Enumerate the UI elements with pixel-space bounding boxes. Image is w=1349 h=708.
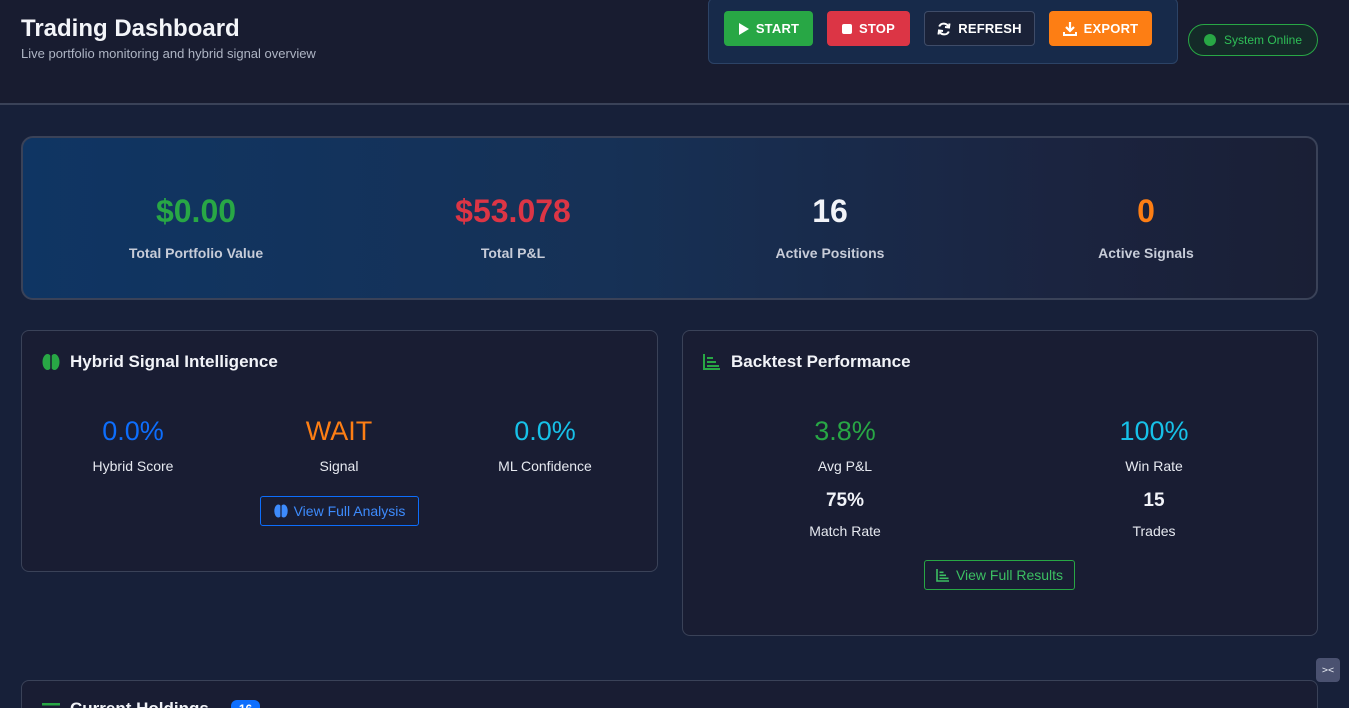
brain-icon: [42, 354, 60, 370]
start-button[interactable]: START: [724, 11, 813, 46]
metric-label: ML Confidence: [498, 458, 592, 474]
control-toolbar: START STOP REFRESH EXPORT: [708, 0, 1178, 64]
chart-bar-icon: [936, 568, 949, 582]
stat-value: 16: [812, 193, 848, 229]
view-full-analysis-label: View Full Analysis: [293, 503, 406, 519]
refresh-icon: [937, 22, 951, 35]
debug-toggle-icon[interactable]: ><: [1316, 658, 1340, 682]
play-icon: [738, 22, 749, 35]
metric-signal: WAIT Signal: [239, 416, 439, 474]
card-title: Current Holdings 16: [42, 699, 261, 708]
stop-button-label: STOP: [859, 21, 895, 36]
status-dot-icon: [1203, 34, 1216, 46]
metric-label: Hybrid Score: [92, 458, 174, 474]
stop-icon: [842, 23, 853, 34]
chart-bar-icon: [703, 354, 720, 370]
stat-active-signals: 0 Active Signals: [988, 193, 1304, 261]
stat-label: Total Portfolio Value: [128, 245, 264, 261]
portfolio-stats-panel: $0.00 Total Portfolio Value $53.078 Tota…: [21, 136, 1318, 300]
header: Trading Dashboard Live portfolio monitor…: [0, 0, 1349, 105]
metric-label: Avg P&L: [817, 458, 873, 474]
metric-value: WAIT: [305, 416, 373, 446]
card-title: Backtest Performance: [703, 352, 911, 372]
stat-active-positions: 16 Active Positions: [672, 193, 988, 261]
stat-portfolio-value: $0.00 Total Portfolio Value: [38, 193, 354, 261]
stat-value: $53.078: [455, 193, 571, 229]
brain-icon: [273, 504, 288, 518]
metric-value: 100%: [1119, 416, 1189, 446]
status-badge: System Online: [1188, 24, 1318, 56]
status-label: System Online: [1223, 33, 1303, 47]
metric-trades: 15 Trades: [1054, 490, 1254, 539]
metric-label: Trades: [1132, 523, 1176, 539]
stat-label: Active Signals: [1098, 245, 1194, 261]
stat-label: Total P&L: [480, 245, 546, 261]
signal-card-title: Hybrid Signal Intelligence: [70, 352, 278, 371]
card-title: Hybrid Signal Intelligence: [42, 352, 278, 372]
metric-ml-confidence: 0.0% ML Confidence: [445, 416, 645, 474]
metric-match-rate: 75% Match Rate: [745, 490, 945, 539]
list-icon: [42, 703, 60, 706]
signal-intelligence-card: Hybrid Signal Intelligence 0.0% Hybrid S…: [21, 330, 658, 572]
stat-value: 0: [1137, 193, 1155, 229]
export-button[interactable]: EXPORT: [1049, 11, 1152, 46]
metric-label: Signal: [319, 458, 359, 474]
metric-label: Match Rate: [809, 523, 881, 539]
view-full-results-button[interactable]: View Full Results: [924, 560, 1075, 590]
metric-win-rate: 100% Win Rate: [1054, 416, 1254, 474]
view-full-analysis-button[interactable]: View Full Analysis: [260, 496, 419, 526]
refresh-button[interactable]: REFRESH: [924, 11, 1035, 46]
metric-avg-pnl: 3.8% Avg P&L: [745, 416, 945, 474]
metric-value: 75%: [825, 490, 865, 511]
holdings-card-title: Current Holdings: [70, 699, 209, 708]
stat-total-pnl: $53.078 Total P&L: [355, 193, 671, 261]
stat-value: $0.00: [155, 193, 237, 229]
metric-value: 0.0%: [514, 416, 576, 446]
start-button-label: START: [755, 21, 800, 36]
metric-hybrid-score: 0.0% Hybrid Score: [33, 416, 233, 474]
page-subtitle: Live portfolio monitoring and hybrid sig…: [21, 46, 316, 61]
page-title: Trading Dashboard: [21, 15, 240, 42]
download-icon: [1062, 21, 1077, 36]
view-full-results-label: View Full Results: [955, 567, 1064, 583]
metric-value: 15: [1143, 490, 1165, 511]
stop-button[interactable]: STOP: [827, 11, 910, 46]
dashboard-page: Trading Dashboard Live portfolio monitor…: [0, 0, 1349, 708]
metric-value: 3.8%: [814, 416, 876, 446]
export-button-label: EXPORT: [1083, 21, 1139, 36]
holdings-count-badge: 16: [230, 700, 261, 708]
current-holdings-card: Current Holdings 16: [21, 680, 1318, 708]
metric-value: 0.0%: [102, 416, 164, 446]
refresh-button-label: REFRESH: [958, 21, 1022, 36]
backtest-performance-card: Backtest Performance 3.8% Avg P&L 100% W…: [682, 330, 1318, 636]
backtest-card-title: Backtest Performance: [731, 352, 911, 371]
metric-label: Win Rate: [1125, 458, 1183, 474]
stat-label: Active Positions: [775, 245, 885, 261]
